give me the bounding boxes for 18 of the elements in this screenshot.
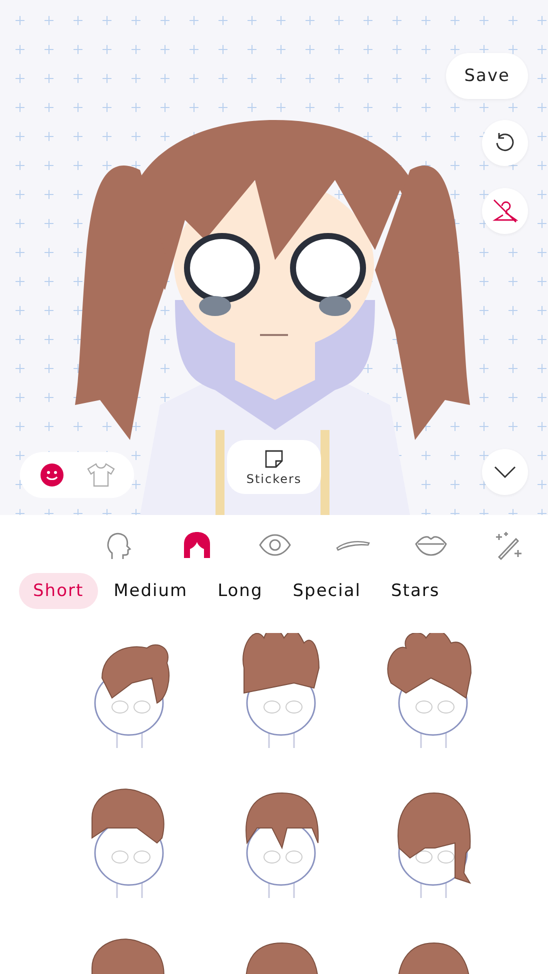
style-tab[interactable]: Short bbox=[19, 573, 98, 609]
style-tab[interactable]: Long bbox=[204, 573, 277, 609]
stickers-button[interactable]: Stickers bbox=[227, 440, 321, 494]
t-shirt-icon bbox=[86, 463, 114, 487]
head-profile-icon bbox=[104, 530, 134, 560]
magic-wand-icon bbox=[494, 530, 524, 560]
eye-icon bbox=[259, 534, 291, 556]
eyebrow-icon bbox=[336, 539, 370, 551]
smiley-face-icon bbox=[40, 463, 64, 487]
lips-icon bbox=[415, 534, 447, 556]
chevron-down-icon bbox=[494, 466, 516, 478]
style-tab[interactable]: Special bbox=[278, 573, 376, 609]
hair-icon bbox=[182, 530, 212, 560]
style-tab[interactable]: Medium bbox=[100, 573, 202, 609]
undo-icon bbox=[494, 132, 516, 154]
style-tab[interactable]: Stars bbox=[377, 573, 454, 609]
hanger-crossed-icon bbox=[492, 198, 518, 224]
sticker-icon bbox=[264, 448, 284, 468]
